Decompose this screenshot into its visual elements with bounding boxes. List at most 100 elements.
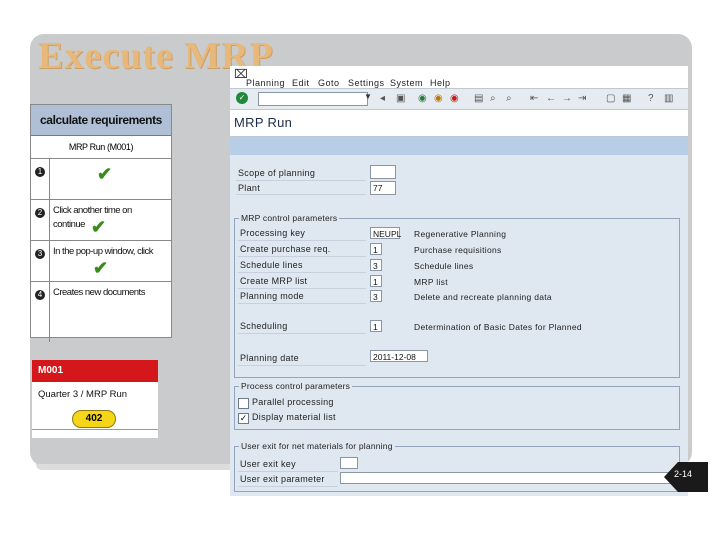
cancel-icon[interactable]: ◉ (450, 93, 459, 105)
purchase-req-input[interactable]: 1 (370, 243, 382, 255)
label-underline (236, 180, 366, 181)
planning-mode-input[interactable]: 3 (370, 290, 382, 302)
step-text: Click another time on continue (53, 205, 132, 230)
planning-date-input[interactable]: 2011-12-08 (370, 350, 428, 362)
steps-panel: calculate requirements MRP Run (M001) 1 … (30, 104, 172, 342)
save-icon[interactable]: ▣ (396, 93, 405, 105)
page-title: MRP Run (230, 110, 688, 137)
m001-badge: 402 (72, 410, 116, 428)
scheduling-input[interactable]: 1 (370, 320, 382, 332)
scope-label: Scope of planning (238, 168, 316, 178)
sap-window: ⌧ Planning Edit Goto Settings System Hel… (230, 66, 688, 496)
toolbar: ✓ ▼ ◂ ▣ ◉ ◉ ◉ ▤ ⌕ ⌕ ⇤ ← → ⇥ ▢ ▦ ? ▥ (230, 88, 688, 110)
command-field[interactable] (258, 92, 368, 106)
processing-key-input[interactable]: NEUPL (370, 227, 401, 239)
application-toolbar (230, 137, 688, 155)
m001-card: M001 Quarter 3 / MRP Run 402 (32, 360, 158, 438)
param-label: Processing key (240, 228, 306, 238)
check-icon: ✔ (93, 258, 109, 278)
plant-label: Plant (238, 183, 261, 193)
label-underline (238, 303, 366, 304)
param-label: Planning mode (240, 291, 304, 301)
shortcut-icon[interactable]: ▦ (622, 93, 631, 105)
mrp-list-input[interactable]: 1 (370, 275, 382, 287)
last-page-icon[interactable]: ⇥ (578, 93, 586, 105)
label-underline (238, 272, 366, 273)
checkbox-label: Parallel processing (252, 397, 334, 407)
process-control-group: Process control parameters (234, 381, 680, 430)
back-icon[interactable]: ◂ (380, 93, 385, 105)
find-icon[interactable]: ⌕ (490, 93, 496, 105)
m001-rule (32, 429, 158, 430)
previous-page-icon[interactable]: ← (546, 93, 556, 105)
group-title: User exit for net materials for planning (239, 441, 395, 451)
next-page-icon[interactable]: → (562, 93, 572, 105)
find-next-icon[interactable]: ⌕ (506, 93, 512, 105)
step-number: 4 (35, 290, 45, 300)
step-row-1: 1 ✔ (31, 159, 171, 200)
label-underline (238, 471, 338, 472)
param-label: Create purchase req. (240, 244, 331, 254)
steps-subheader: MRP Run (M001) (31, 136, 171, 159)
menu-bar: ⌧ Planning Edit Goto Settings System Hel… (230, 66, 688, 88)
param-desc: Delete and recreate planning data (414, 292, 552, 302)
param-desc: Regenerative Planning (414, 229, 507, 239)
step-row-2: 2 Click another time on continue ✔ (31, 200, 171, 241)
label-underline (238, 256, 366, 257)
menu-goto[interactable]: Goto (318, 78, 340, 88)
menu-help[interactable]: Help (430, 78, 451, 88)
menu-planning[interactable]: Planning (246, 78, 285, 88)
display-material-list-checkbox[interactable]: ✓ (238, 413, 249, 424)
param-label: Schedule lines (240, 260, 303, 270)
param-desc: Determination of Basic Dates for Planned (414, 322, 582, 332)
dropdown-icon[interactable]: ▼ (364, 92, 372, 101)
param-label: Create MRP list (240, 276, 308, 286)
param-desc: Purchase requisitions (414, 245, 502, 255)
scope-input[interactable] (370, 165, 396, 179)
user-exit-key-input[interactable] (340, 457, 358, 469)
check-icon: ✔ (97, 164, 113, 184)
step-text: In the pop-up window, click (53, 246, 154, 257)
user-exit-param-label: User exit parameter (240, 474, 325, 484)
param-label: Scheduling (240, 321, 288, 331)
label-underline (238, 333, 366, 334)
menu-system[interactable]: System (390, 78, 423, 88)
user-exit-param-input[interactable] (340, 472, 674, 484)
check-icon: ✔ (91, 217, 107, 237)
first-page-icon[interactable]: ⇤ (530, 93, 538, 105)
checkbox-label: Display material list (252, 412, 336, 422)
enter-icon[interactable]: ✓ (236, 92, 248, 104)
step-number: 3 (35, 249, 45, 259)
group-title: Process control parameters (239, 381, 353, 391)
step-text: Creates new documents (53, 287, 145, 298)
user-exit-key-label: User exit key (240, 459, 296, 469)
step-divider (49, 159, 50, 199)
layout-icon[interactable]: ▥ (664, 93, 673, 105)
step-divider (49, 282, 50, 342)
menu-settings[interactable]: Settings (348, 78, 385, 88)
param-desc: MRP list (414, 277, 448, 287)
param-label: Planning date (240, 353, 299, 363)
menu-edit[interactable]: Edit (292, 78, 310, 88)
plant-input[interactable]: 77 (370, 181, 396, 195)
label-underline (238, 240, 366, 241)
m001-line: Quarter 3 / MRP Run (38, 389, 128, 400)
parallel-processing-checkbox[interactable] (238, 398, 249, 409)
step-number: 1 (35, 167, 45, 177)
new-session-icon[interactable]: ▢ (606, 93, 615, 105)
group-title: MRP control parameters (239, 213, 340, 223)
step-row-3: 3 In the pop-up window, click ✔ (31, 241, 171, 282)
back-arrow-icon[interactable]: ◉ (418, 93, 427, 105)
schedule-lines-input[interactable]: 3 (370, 259, 382, 271)
help-icon[interactable]: ? (648, 93, 654, 105)
exit-icon[interactable]: ◉ (434, 93, 443, 105)
m001-header: M001 (32, 360, 158, 382)
label-underline (238, 486, 338, 487)
step-number: 2 (35, 208, 45, 218)
step-divider (49, 241, 50, 281)
print-icon[interactable]: ▤ (474, 93, 483, 105)
step-row-4: 4 Creates new documents (31, 282, 171, 342)
step-divider (49, 200, 50, 240)
page-number: 2-14 (674, 469, 693, 479)
steps-header: calculate requirements (31, 105, 171, 136)
